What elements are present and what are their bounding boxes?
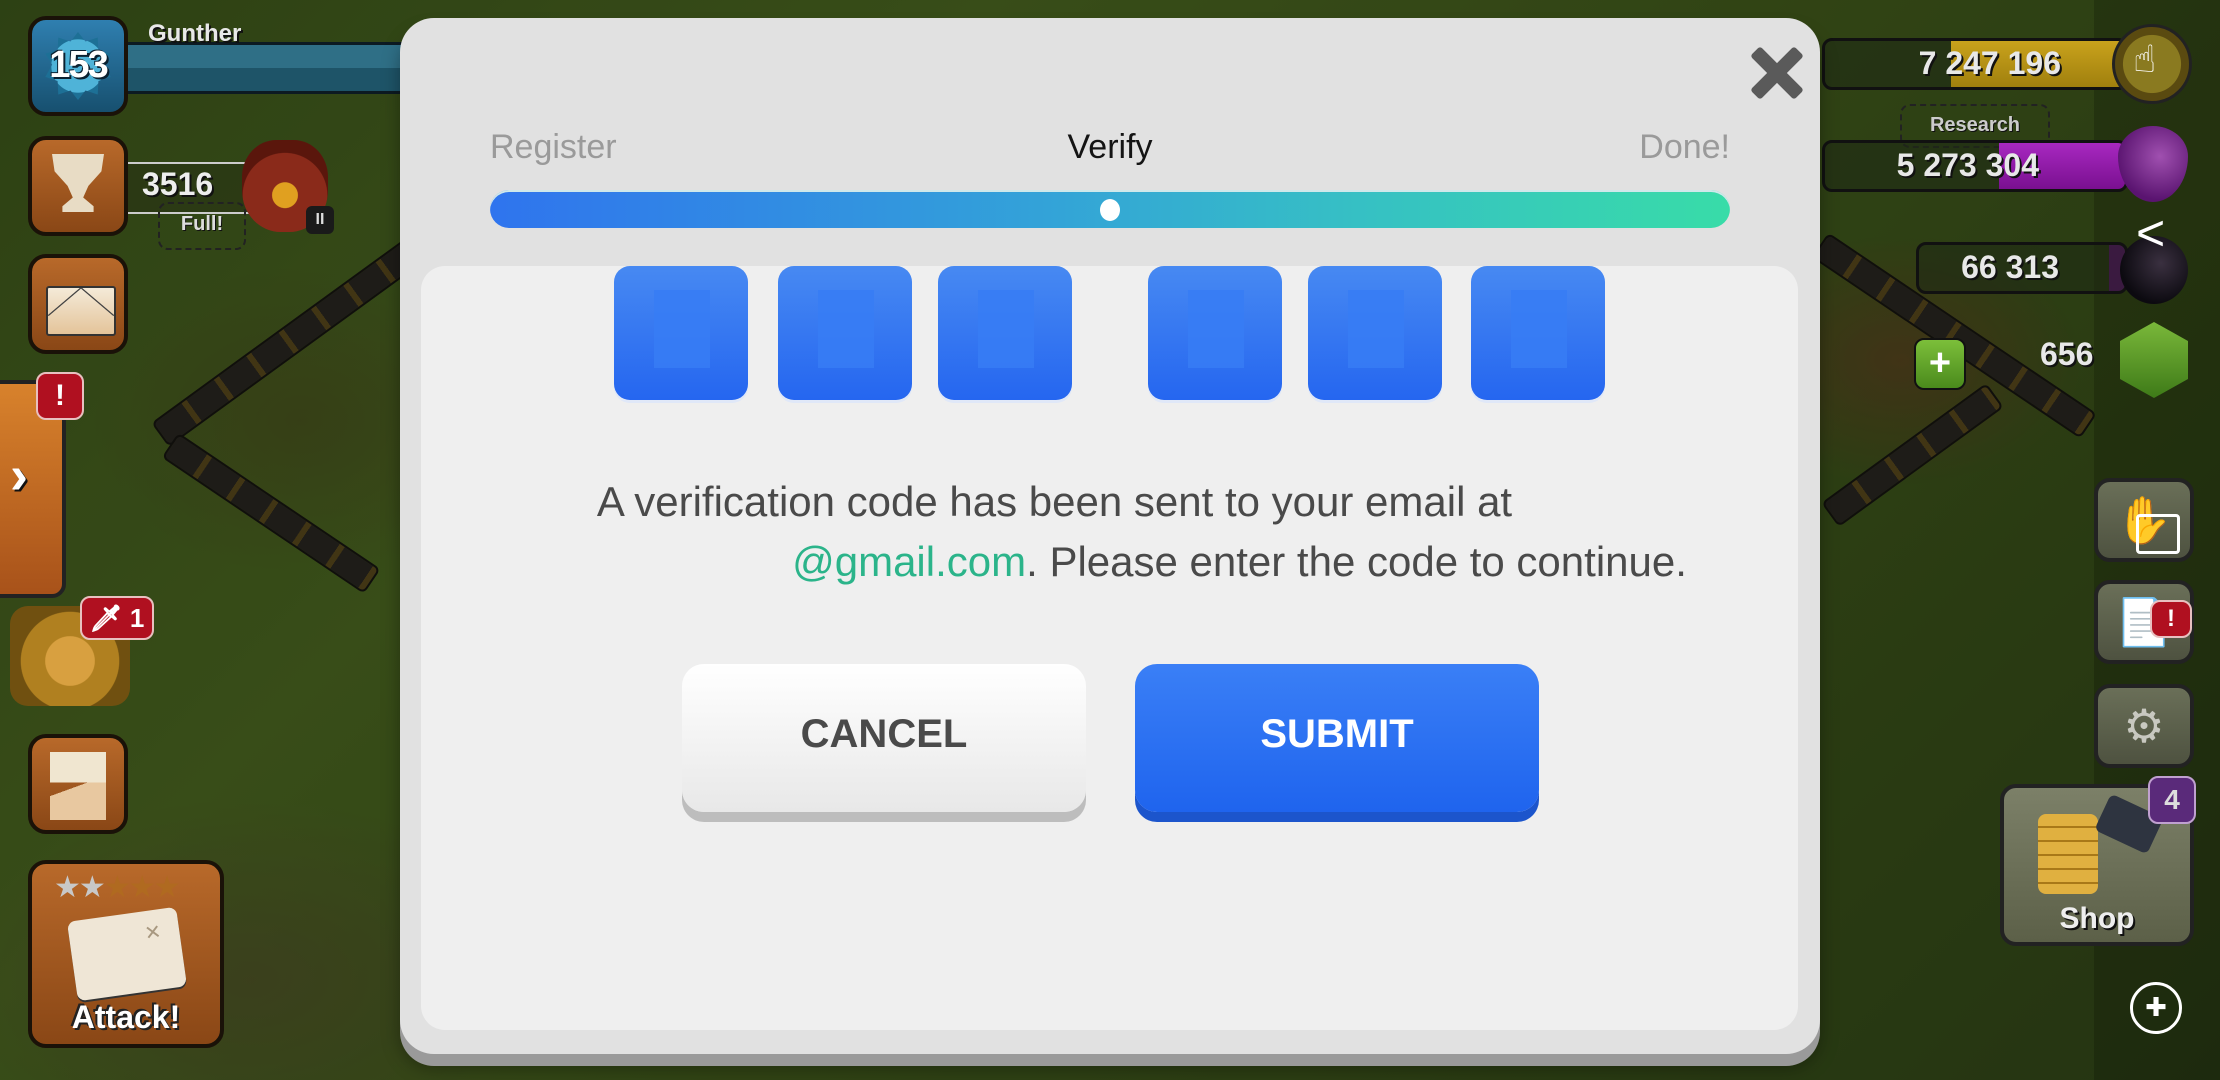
verification-message: A verification code has been sent to you… [421,472,1798,592]
code-digit-input[interactable] [1471,266,1605,400]
message-line-2: @gmail.com. Please enter the code to con… [421,532,1798,592]
close-icon[interactable] [1742,40,1806,104]
star-earned-icon: ★ [54,871,81,904]
code-input-row [421,266,1798,416]
email-verification-dialog: Register Verify Done! A verification cod… [400,18,1820,1054]
gamepad-icon[interactable]: ✚ [2130,982,2182,1034]
builder-base-button[interactable] [28,734,128,834]
star-empty-icon: ★ [103,871,131,904]
mail-button[interactable] [28,254,128,354]
step-done: Done! [1639,128,1730,166]
side-tab-alert-badge: ! [36,372,84,420]
code-digit-input[interactable] [778,266,912,400]
experience-bar [126,42,409,94]
player-name[interactable]: Gunther [148,20,241,48]
gold-coins-icon [2038,814,2098,894]
star-empty-icon: ★ [153,871,181,904]
email-address: @gmail.com [792,538,1027,585]
trophy-full-status: Full! [158,202,246,250]
elixir-amount: 5 273 304 [1896,147,2039,183]
war-count-value: 1 [129,603,145,633]
add-gems-button[interactable]: + [1914,338,1966,390]
step-register: Register [490,128,617,166]
step-indicator: Register Verify Done! [490,128,1730,178]
settings-button[interactable]: ⚙ [2094,684,2194,768]
player-level-badge[interactable]: 153 [28,16,128,116]
gem-amount: 656 [2040,336,2094,372]
trophy-icon [52,154,104,212]
attack-label: Attack! [71,999,181,1035]
dark-elixir-amount: 66 313 [1961,249,2059,285]
reports-alert-badge: ! [2150,600,2192,638]
pause-icon[interactable]: II [306,206,334,234]
step-progress-bar [490,190,1730,228]
message-line-1: A verification code has been sent to you… [596,478,1513,525]
back-arrow-icon[interactable]: < [2136,204,2165,262]
gold-collect-icon[interactable]: ☝ [2112,24,2192,104]
message-line-2-rest: . Please enter the code to continue. [1026,538,1687,585]
submit-button[interactable]: SUBMIT [1135,664,1539,812]
war-badge-count: 🗡 1 [80,596,154,640]
gold-amount: 7 247 196 [1918,45,2061,81]
shop-badge-count: 4 [2148,776,2196,824]
player-level: 153 [49,44,108,86]
code-digit-input[interactable] [614,266,748,400]
chevron-right-icon: › [10,445,28,505]
elixir-bar: 5 273 304 [1822,140,2128,192]
cancel-button[interactable]: CANCEL [682,664,1086,812]
dark-elixir-bar: 66 313 [1916,242,2128,294]
sword-icon: 🗡 [89,603,123,633]
step-verify: Verify [1067,128,1153,166]
code-digit-input[interactable] [1308,266,1442,400]
builder-icon [50,752,106,820]
trophy-button[interactable] [28,136,128,236]
treasure-map-icon [66,906,188,1002]
gear-icon: ⚙ [2123,700,2165,752]
attack-button[interactable]: ★★★★★ Attack! [28,860,224,1048]
shop-label: Shop [2059,902,2135,935]
gold-bar: 7 247 196 [1822,38,2128,90]
trophy-count: 3516 [142,166,214,202]
code-digit-input[interactable] [938,266,1072,400]
hand-tap-icon: ☝ [2133,39,2157,81]
progress-knob [1100,199,1120,221]
screenshot-frame-icon[interactable] [2136,514,2180,554]
star-empty-icon: ★ [128,871,156,904]
verification-panel: A verification code has been sent to you… [421,266,1798,1030]
attack-stars: ★★★★★ [54,870,181,905]
envelope-icon [46,286,116,336]
star-earned-icon: ★ [78,871,106,904]
code-digit-input[interactable] [1148,266,1282,400]
